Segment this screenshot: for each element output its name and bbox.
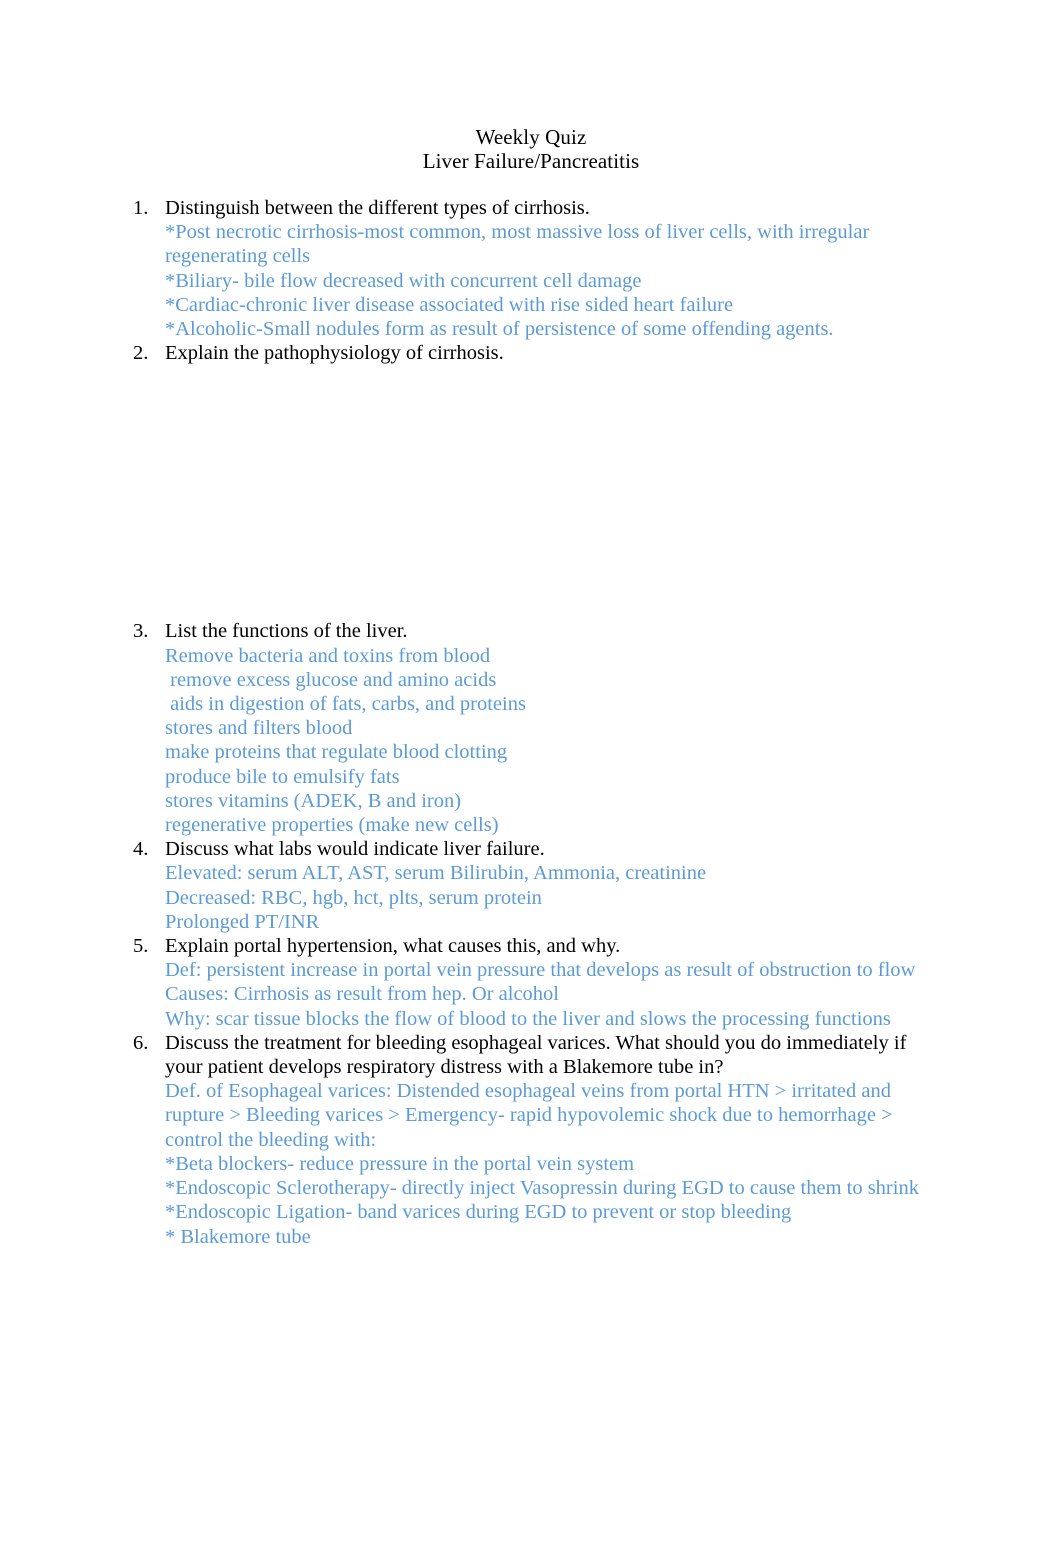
question-item-2: 2. Explain the pathophysiology of cirrho… (133, 341, 933, 619)
question-text-2: Explain the pathophysiology of cirrhosis… (165, 342, 504, 365)
document-page: Weekly Quiz Liver Failure/Pancreatitis 1… (0, 0, 1062, 1561)
question-item-5: 5. Explain portal hypertension, what cau… (133, 934, 933, 1031)
answer-line: *Cardiac-chronic liver disease associate… (165, 293, 734, 316)
answer-line: Elevated: serum ALT, AST, serum Bilirubi… (165, 862, 707, 885)
answer-line: *Beta blockers- reduce pressure in the p… (165, 1152, 635, 1175)
answer-line: regenerative properties (make new cells) (165, 814, 499, 837)
answer-block-5: Def: persistent increase in portal vein … (165, 958, 933, 1031)
question-text-1: Distinguish between the different types … (165, 197, 590, 219)
answer-line: stores and filters blood (165, 717, 353, 740)
question-list: 1. Distinguish between the different typ… (133, 196, 933, 1249)
answer-line: *Biliary- bile flow decreased with concu… (165, 269, 642, 292)
answer-line: *Alcoholic-Small nodules form as result … (165, 318, 834, 341)
question-text-6: Discuss the treatment for bleeding esoph… (165, 1031, 907, 1079)
answer-line: stores vitamins (ADEK, B and iron) (165, 789, 462, 812)
answer-block-2-empty (165, 365, 933, 619)
question-item-4: 4. Discuss what labs would indicate live… (133, 837, 933, 934)
question-number-1: 1. (133, 197, 149, 219)
question-item-1: 1. Distinguish between the different typ… (133, 196, 933, 341)
answer-line: Decreased: RBC, hgb, hct, plts, serum pr… (165, 886, 542, 909)
answer-line: *Post necrotic cirrhosis-most common, mo… (165, 221, 875, 268)
page-subtitle: Liver Failure/Pancreatitis (422, 148, 640, 173)
answer-line: produce bile to emulsify fats (165, 765, 400, 788)
answer-line: Why: scar tissue blocks the flow of bloo… (165, 1007, 891, 1030)
question-number-2: 2. (133, 342, 149, 365)
answer-line: *Endoscopic Ligation- band varices durin… (165, 1201, 792, 1224)
question-number-3: 3. (133, 620, 149, 643)
question-text-3: List the functions of the liver. (165, 620, 408, 643)
page-title: Weekly Quiz (475, 125, 587, 149)
document-title-block: Weekly Quiz Liver Failure/Pancreatitis (0, 125, 1062, 173)
answer-line: * Blakemore tube (165, 1225, 311, 1248)
answer-line: Causes: Cirrhosis as result from hep. Or… (165, 983, 559, 1006)
answer-block-1: *Post necrotic cirrhosis-most common, mo… (165, 220, 933, 341)
answer-block-6: Def. of Esophageal varices: Distended es… (165, 1079, 933, 1248)
question-number-4: 4. (133, 838, 149, 861)
answer-line: Def: persistent increase in portal vein … (165, 959, 916, 982)
answer-block-3: Remove bacteria and toxins from blood re… (165, 644, 933, 838)
answer-line: aids in digestion of fats, carbs, and pr… (165, 693, 526, 716)
question-number-5: 5. (133, 935, 149, 958)
answer-line: remove excess glucose and amino acids (165, 668, 497, 691)
answer-line: Prolonged PT/INR (165, 910, 320, 933)
question-number-6: 6. (133, 1031, 149, 1054)
question-text-5: Explain portal hypertension, what causes… (165, 935, 621, 958)
question-text-4: Discuss what labs would indicate liver f… (165, 838, 545, 861)
answer-line: make proteins that regulate blood clotti… (165, 741, 508, 764)
answer-line: Def. of Esophageal varices: Distended es… (165, 1080, 898, 1151)
answer-block-4: Elevated: serum ALT, AST, serum Bilirubi… (165, 861, 933, 934)
question-item-3: 3. List the functions of the liver. Remo… (133, 619, 933, 837)
answer-line: *Endoscopic Sclerotherapy- directly inje… (165, 1177, 919, 1200)
question-item-6: 6. Discuss the treatment for bleeding es… (133, 1031, 933, 1249)
answer-line: Remove bacteria and toxins from blood (165, 644, 491, 667)
